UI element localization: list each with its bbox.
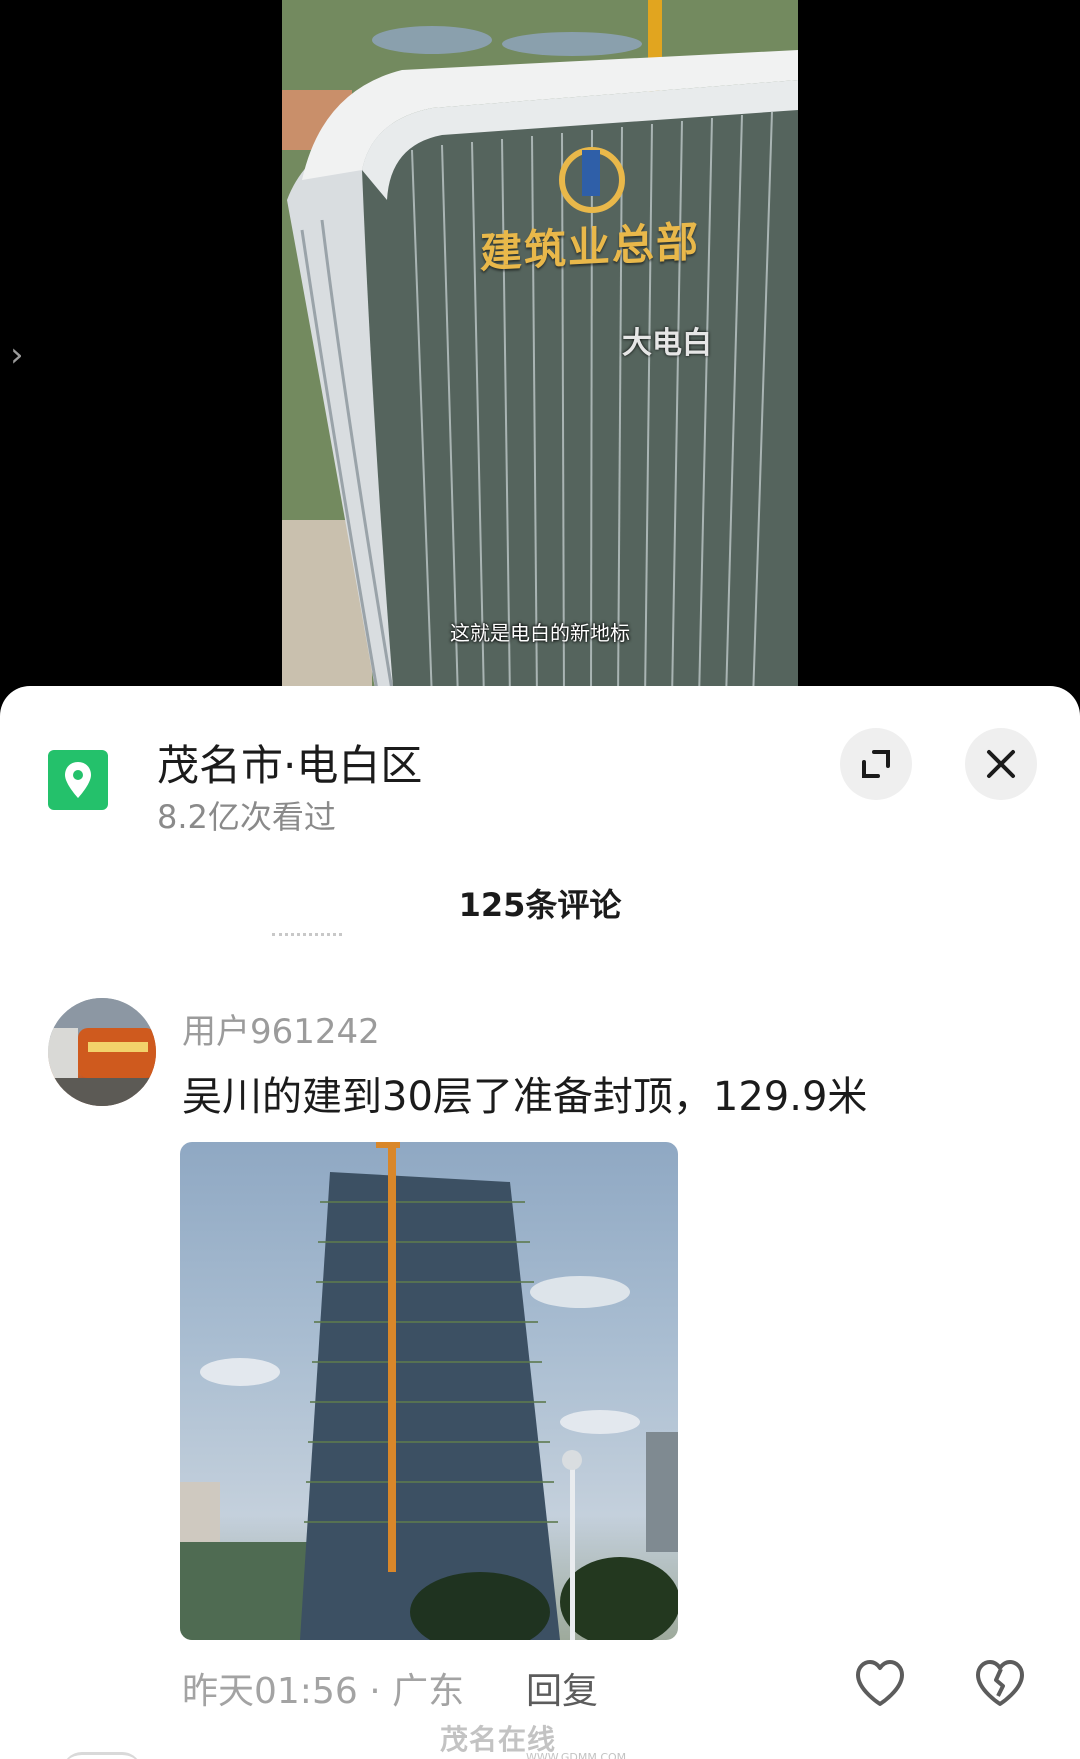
- comment-username[interactable]: 用户961242: [182, 1004, 380, 1053]
- video-player[interactable]: 建筑业总部 大电白 这就是电白的新地标 ›: [0, 0, 1080, 700]
- site-watermark-url: WWW.GDMM.COM: [526, 1751, 627, 1759]
- expand-icon: [862, 750, 890, 778]
- comment-time-location: 昨天01:56 · 广东: [182, 1671, 465, 1712]
- next-comment-avatar: [62, 1752, 142, 1759]
- comments-count: 125条评论: [458, 886, 622, 924]
- video-overlay-label: 大电白: [622, 326, 712, 361]
- location-sheet: 茂名市·电白区 8.2亿次看过 125条评论 用户961242 吴川的建到30层…: [0, 686, 1080, 1759]
- video-subtitle: 这就是电白的新地标: [450, 621, 630, 645]
- comment-image[interactable]: [180, 1142, 678, 1640]
- heart-icon: [856, 1660, 904, 1706]
- broken-heart-icon: [976, 1660, 1024, 1706]
- scroll-hint: [272, 926, 342, 936]
- expand-button[interactable]: [840, 728, 912, 800]
- building-illustration: [282, 0, 798, 700]
- chevron-right-icon[interactable]: ›: [10, 335, 40, 375]
- comment-text: 吴川的建到30层了准备封顶，129.9米: [182, 1074, 868, 1120]
- location-views: 8.2亿次看过: [157, 798, 336, 836]
- close-button[interactable]: [965, 728, 1037, 800]
- screen: 建筑业总部 大电白 这就是电白的新地标 › 茂名市·电白区 8.2亿次看过 12…: [0, 0, 1080, 1759]
- dislike-button[interactable]: [972, 1656, 1028, 1712]
- location-title[interactable]: 茂名市·电白区: [157, 732, 422, 793]
- like-button[interactable]: [852, 1656, 908, 1712]
- close-icon: [987, 750, 1015, 778]
- location-pin-icon: [48, 750, 108, 810]
- avatar[interactable]: [48, 998, 156, 1106]
- reply-button[interactable]: 回复: [526, 1662, 598, 1714]
- video-frame[interactable]: 建筑业总部 大电白 这就是电白的新地标: [282, 0, 798, 700]
